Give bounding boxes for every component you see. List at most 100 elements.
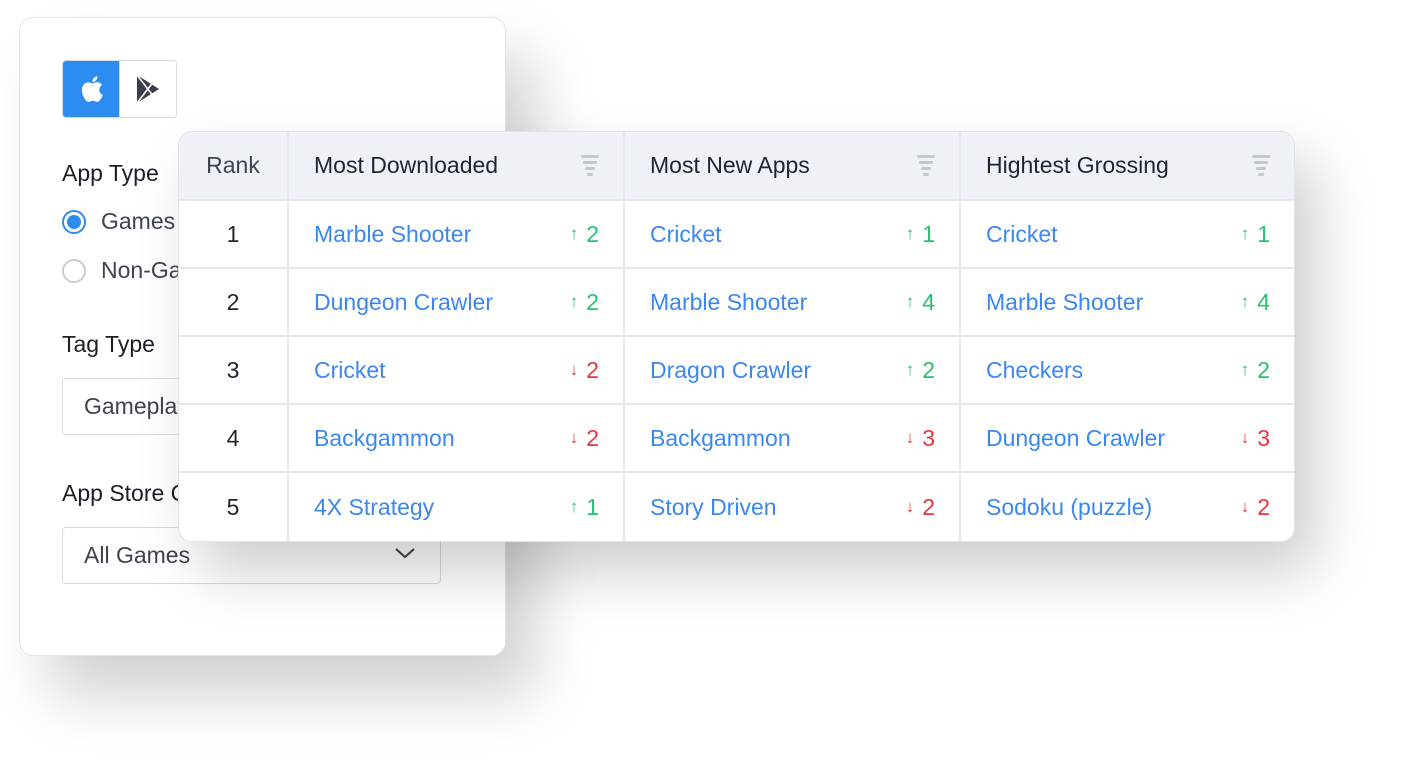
- ranking-cell: 4X Strategy ↑ 1: [287, 473, 623, 541]
- ranking-cell: Checkers ↑ 2: [959, 337, 1294, 403]
- app-link[interactable]: Backgammon: [650, 425, 791, 452]
- rank-cell: 1: [226, 220, 240, 247]
- app-link[interactable]: Dragon Crawler: [650, 357, 811, 384]
- table-row: 4 Backgammon ↓ 2 Backgammon ↓ 3 Dungeon Crawler…: [179, 405, 1294, 473]
- table-body: 1 Marble Shooter ↑ 2 Cricket ↑ 1 Cricket ↑ 1 2 Dung…: [179, 201, 1294, 541]
- rank-change: ↓ 2: [570, 357, 599, 384]
- ranking-cell: Dungeon Crawler ↑ 2: [287, 269, 623, 335]
- rank-change-value: 3: [922, 424, 935, 451]
- ranking-cell: Marble Shooter ↑ 4: [623, 269, 959, 335]
- ranking-cell: Story Driven ↓ 2: [623, 473, 959, 541]
- table-row: 1 Marble Shooter ↑ 2 Cricket ↑ 1 Cricket ↑ 1: [179, 201, 1294, 269]
- chevron-down-icon: [395, 548, 415, 559]
- radio-checked-icon[interactable]: [62, 209, 86, 234]
- arrow-up-icon: ↑: [1240, 292, 1250, 311]
- rank-change-value: 2: [586, 220, 599, 247]
- app-link[interactable]: Dungeon Crawler: [986, 425, 1165, 452]
- arrow-down-icon: ↓: [1240, 428, 1250, 447]
- rank-change-value: 4: [922, 288, 935, 315]
- app-store-category-value: All Games: [84, 542, 191, 568]
- app-link[interactable]: Checkers: [986, 357, 1083, 384]
- ranking-cell: Cricket ↑ 1: [959, 201, 1294, 267]
- radio-label: Games: [101, 208, 176, 234]
- header-highest-grossing: Hightest Grossing: [959, 132, 1294, 199]
- arrow-up-icon: ↑: [569, 224, 579, 243]
- app-type-label: App Type: [62, 160, 159, 186]
- app-link[interactable]: Sodoku (puzzle): [986, 494, 1152, 521]
- rank-change: ↑ 1: [906, 221, 935, 248]
- google-play-button[interactable]: [119, 61, 176, 117]
- rank-change-value: 2: [586, 288, 599, 315]
- app-link[interactable]: Backgammon: [314, 425, 455, 452]
- arrow-up-icon: ↑: [905, 360, 915, 379]
- radio-games[interactable]: Games: [62, 208, 175, 235]
- rank-change-value: 2: [586, 424, 599, 451]
- arrow-down-icon: ↓: [569, 428, 579, 447]
- header-label: Hightest Grossing: [986, 152, 1169, 178]
- rank-change-value: 1: [922, 220, 935, 247]
- app-link[interactable]: Marble Shooter: [986, 289, 1143, 316]
- rank-cell: 4: [226, 424, 240, 451]
- app-link[interactable]: Story Driven: [650, 494, 777, 521]
- rank-change: ↑ 2: [906, 357, 935, 384]
- app-store-button[interactable]: [63, 61, 119, 117]
- tag-type-value: Gameplay: [84, 393, 189, 419]
- ranking-cell: Sodoku (puzzle) ↓ 2: [959, 473, 1294, 541]
- arrow-down-icon: ↓: [905, 497, 915, 516]
- rank-cell: 3: [226, 356, 240, 383]
- rank-change: ↑ 4: [1241, 289, 1270, 316]
- rank-change-value: 2: [586, 356, 599, 383]
- ranking-cell: Dragon Crawler ↑ 2: [623, 337, 959, 403]
- rank-change: ↑ 2: [570, 289, 599, 316]
- rank-change: ↑ 1: [570, 494, 599, 521]
- google-play-icon: [136, 74, 159, 104]
- table-row: 2 Dungeon Crawler ↑ 2 Marble Shooter ↑ 4 Marble…: [179, 269, 1294, 337]
- ranking-cell: Backgammon ↓ 3: [623, 405, 959, 471]
- header-most-new-apps: Most New Apps: [623, 132, 959, 199]
- rank-change-value: 2: [1257, 356, 1270, 383]
- header-label: Most Downloaded: [314, 152, 499, 178]
- filter-icon[interactable]: [917, 155, 935, 176]
- filter-icon[interactable]: [581, 155, 599, 176]
- app-link[interactable]: Cricket: [650, 221, 722, 248]
- table-header-row: Rank Most Downloaded Most New Apps Hight…: [179, 132, 1294, 201]
- rank-change: ↑ 2: [1241, 357, 1270, 384]
- arrow-up-icon: ↑: [569, 292, 579, 311]
- header-rank: Rank: [206, 152, 260, 178]
- rankings-table: Rank Most Downloaded Most New Apps Hight…: [178, 131, 1295, 542]
- table-row: 3 Cricket ↓ 2 Dragon Crawler ↑ 2 Checkers ↑ 2: [179, 337, 1294, 405]
- arrow-up-icon: ↑: [569, 497, 579, 516]
- arrow-down-icon: ↓: [905, 428, 915, 447]
- arrow-up-icon: ↑: [1240, 360, 1250, 379]
- app-link[interactable]: Cricket: [986, 221, 1058, 248]
- rank-change-value: 1: [1257, 220, 1270, 247]
- ranking-cell: Backgammon ↓ 2: [287, 405, 623, 471]
- app-link[interactable]: 4X Strategy: [314, 494, 434, 521]
- rank-change-value: 2: [1257, 493, 1270, 520]
- rank-change: ↑ 1: [1241, 221, 1270, 248]
- rank-change-value: 2: [922, 493, 935, 520]
- arrow-up-icon: ↑: [1240, 224, 1250, 243]
- rank-change: ↓ 2: [906, 494, 935, 521]
- app-link[interactable]: Marble Shooter: [314, 221, 471, 248]
- header-label: Most New Apps: [650, 152, 810, 178]
- table-row: 5 4X Strategy ↑ 1 Story Driven ↓ 2 Sodoku (puzz…: [179, 473, 1294, 541]
- radio-unchecked-icon[interactable]: [62, 258, 86, 283]
- rank-cell: 5: [226, 493, 240, 520]
- filter-icon[interactable]: [1252, 155, 1270, 176]
- store-toggle: [62, 60, 177, 118]
- rank-change-value: 3: [1257, 424, 1270, 451]
- ranking-cell: Cricket ↓ 2: [287, 337, 623, 403]
- ranking-cell: Marble Shooter ↑ 2: [287, 201, 623, 267]
- rank-change-value: 4: [1257, 288, 1270, 315]
- ranking-cell: Cricket ↑ 1: [623, 201, 959, 267]
- rank-change: ↓ 3: [906, 425, 935, 452]
- rank-change: ↑ 4: [906, 289, 935, 316]
- app-link[interactable]: Dungeon Crawler: [314, 289, 493, 316]
- rank-change: ↓ 3: [1241, 425, 1270, 452]
- ranking-cell: Dungeon Crawler ↓ 3: [959, 405, 1294, 471]
- rank-change-value: 1: [586, 493, 599, 520]
- rank-change: ↓ 2: [570, 425, 599, 452]
- app-link[interactable]: Marble Shooter: [650, 289, 807, 316]
- app-link[interactable]: Cricket: [314, 357, 386, 384]
